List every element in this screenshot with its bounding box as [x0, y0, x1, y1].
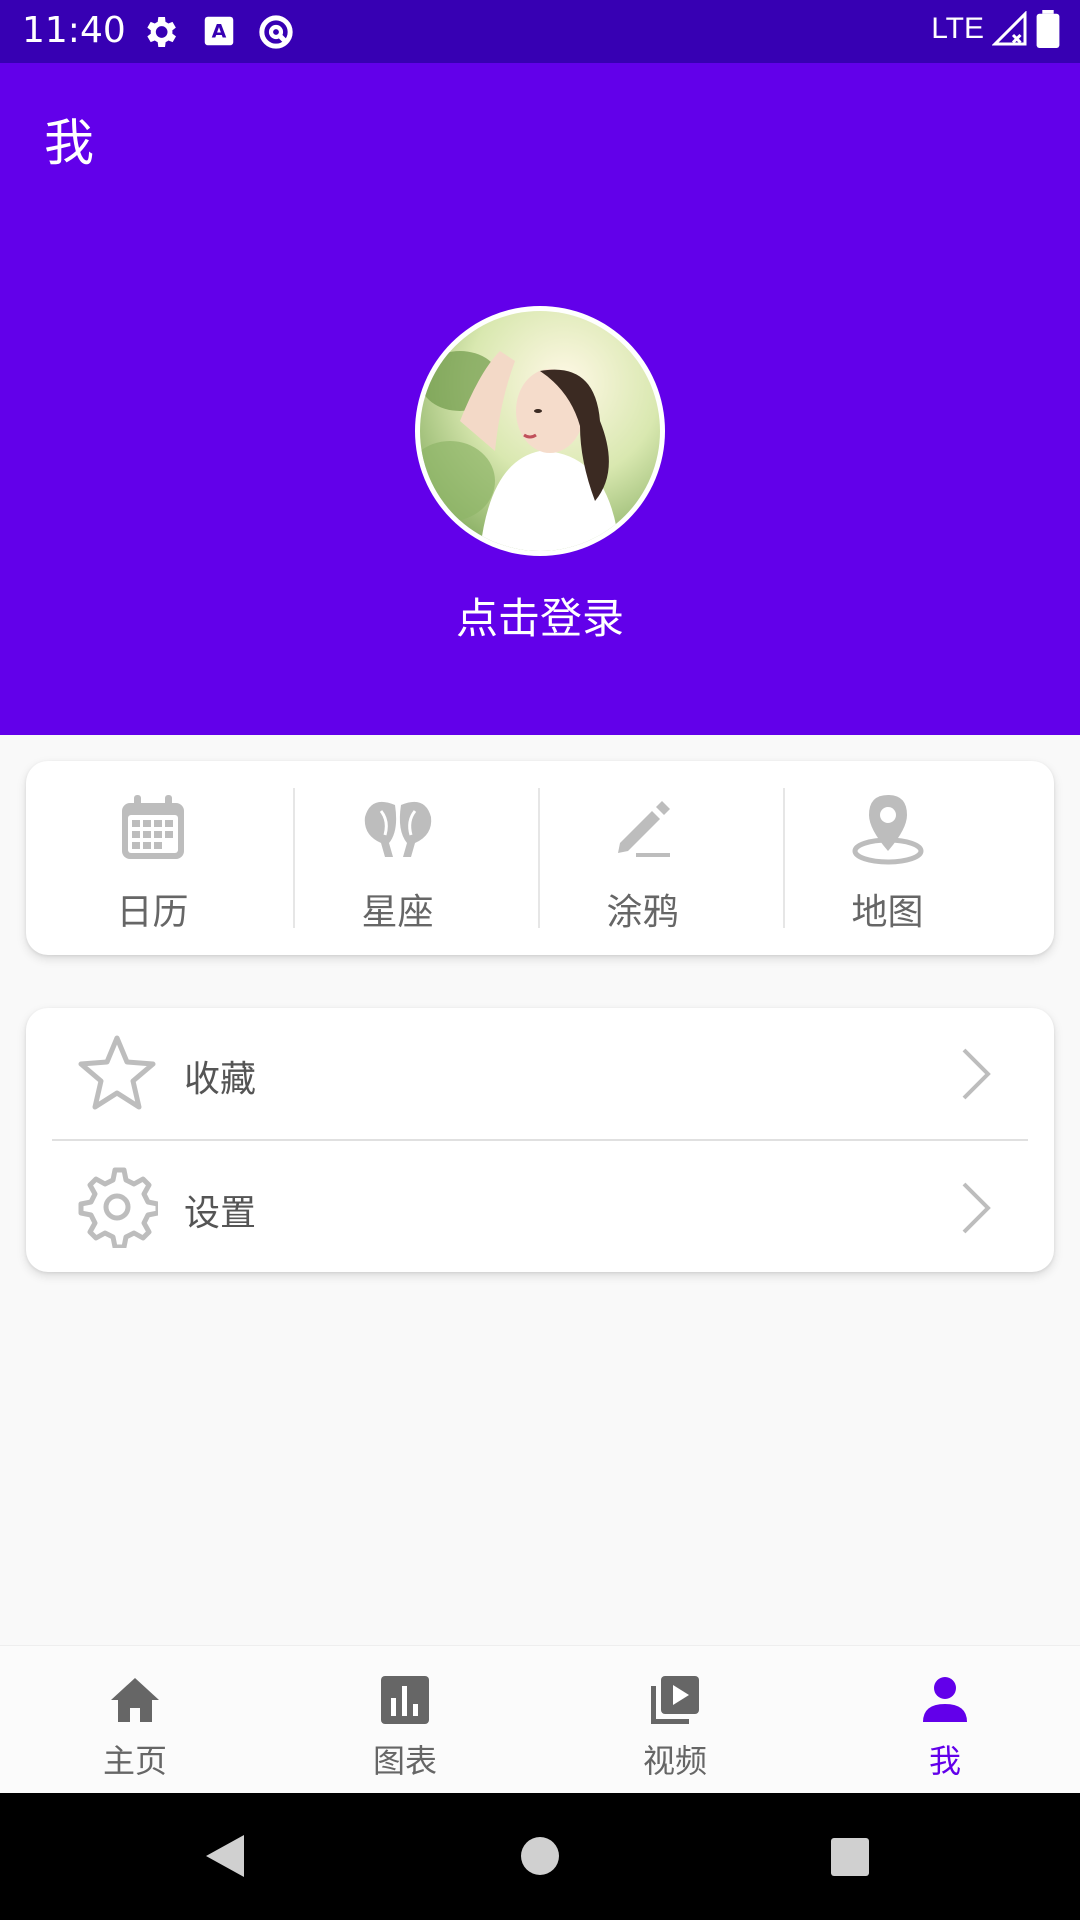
nav-tab-label: 主页	[102, 1742, 167, 1780]
nav-tab-label: 视频	[642, 1742, 707, 1780]
quick-action-constellation[interactable]: 星座	[275, 761, 520, 955]
menu-card: 收藏 设置	[26, 1008, 1054, 1272]
constellation-icon	[364, 801, 432, 857]
menu-item-favorites[interactable]: 收藏	[26, 1008, 1054, 1138]
chevron-right-icon	[962, 1048, 991, 1100]
nav-tab-home[interactable]: 主页	[0, 1646, 270, 1794]
system-navigation-bar	[0, 1793, 1080, 1920]
bottom-navigation: 主页 图表 视频 我	[0, 1645, 1080, 1794]
avatar[interactable]	[415, 306, 665, 556]
data-saver-status-icon	[256, 12, 296, 56]
nav-tab-video[interactable]: 视频	[540, 1646, 810, 1794]
chart-icon	[381, 1676, 429, 1724]
app-bar: 我	[0, 63, 1080, 210]
menu-item-label: 收藏	[184, 1059, 257, 1100]
calendar-icon	[122, 795, 184, 859]
recents-icon[interactable]	[830, 1837, 870, 1877]
login-link[interactable]: 点击登录	[0, 585, 1080, 646]
chevron-right-icon	[962, 1182, 991, 1234]
quick-action-graffiti[interactable]: 涂鸦	[520, 761, 765, 955]
pencil-icon	[618, 801, 670, 857]
quick-actions-card: 日历 星座 涂鸦 地图	[26, 761, 1054, 955]
video-icon	[651, 1676, 699, 1724]
quick-action-label: 地图	[851, 892, 924, 933]
back-icon[interactable]	[204, 1833, 246, 1879]
person-icon	[923, 1677, 967, 1722]
star-icon	[78, 1035, 156, 1110]
menu-item-label: 设置	[184, 1193, 257, 1234]
quick-action-label: 星座	[361, 892, 434, 933]
home-icon	[111, 1678, 159, 1722]
signal-icon	[992, 11, 1027, 46]
home-circle-icon[interactable]	[520, 1836, 560, 1876]
settings-status-icon	[140, 12, 180, 56]
map-pin-icon	[852, 795, 924, 865]
quick-action-label: 日历	[116, 892, 189, 933]
quick-action-map[interactable]: 地图	[765, 761, 1010, 955]
gear-icon	[78, 1167, 158, 1248]
nav-tab-label: 我	[928, 1742, 961, 1780]
quick-action-calendar[interactable]: 日历	[30, 761, 275, 955]
nav-tab-chart[interactable]: 图表	[270, 1646, 540, 1794]
svg-text:A: A	[212, 20, 227, 42]
keyboard-a-status-icon: A	[200, 12, 238, 54]
network-type: LTE	[931, 12, 984, 45]
divider	[52, 1139, 1028, 1141]
quick-action-label: 涂鸦	[606, 892, 679, 933]
battery-icon	[1036, 10, 1060, 48]
status-time: 11:40	[22, 10, 126, 51]
page-title: 我	[44, 114, 94, 172]
status-bar: 11:40 A LTE	[0, 0, 1080, 63]
nav-tab-label: 图表	[372, 1742, 437, 1780]
status-right-group: LTE	[931, 10, 1060, 48]
nav-tab-me[interactable]: 我	[810, 1646, 1080, 1794]
avatar-photo	[420, 311, 660, 551]
menu-item-settings[interactable]: 设置	[26, 1142, 1054, 1272]
